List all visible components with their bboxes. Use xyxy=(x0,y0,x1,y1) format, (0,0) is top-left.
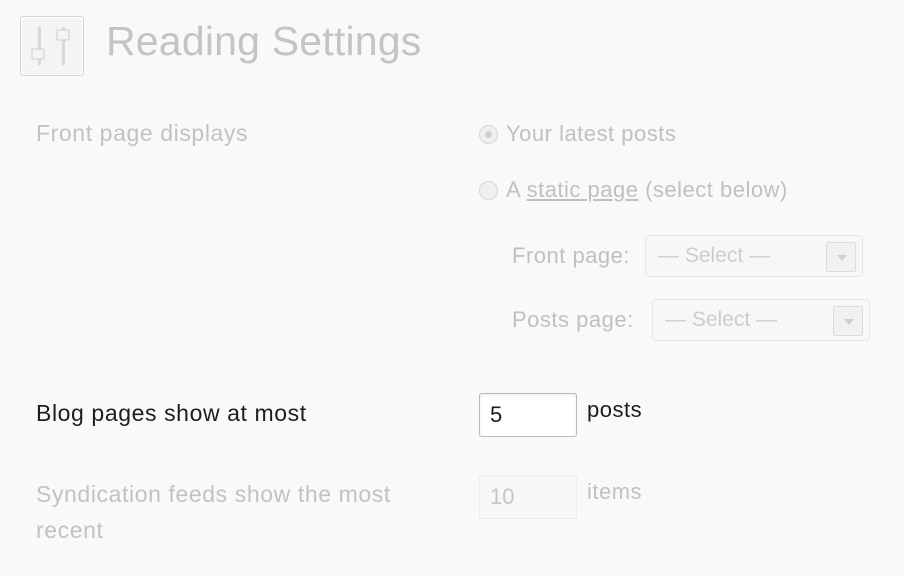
page-title: Reading Settings xyxy=(106,18,422,64)
chevron-down-icon xyxy=(826,242,856,272)
blog-pages-unit: posts xyxy=(587,397,643,422)
front-page-displays-label: Front page displays xyxy=(36,120,249,146)
chevron-down-icon xyxy=(833,306,863,336)
blog-pages-input[interactable] xyxy=(479,393,577,437)
reading-settings-page: Reading Settings Front page displays You… xyxy=(0,0,904,576)
posts-page-select-value: — Select — xyxy=(665,308,778,331)
radio-latest-posts[interactable]: Your latest posts xyxy=(479,120,676,148)
front-page-select[interactable]: — Select — xyxy=(645,235,863,277)
radio-latest-posts-control[interactable] xyxy=(479,124,498,144)
radio-static-page-prefix: A xyxy=(506,177,527,202)
posts-page-select-label: Posts page: xyxy=(512,307,634,332)
radio-static-page-suffix: (select below) xyxy=(638,177,788,202)
front-page-select-value: — Select — xyxy=(658,244,771,267)
posts-page-select[interactable]: — Select — xyxy=(652,299,870,341)
radio-latest-posts-label: Your latest posts xyxy=(506,121,677,146)
settings-sliders-icon xyxy=(20,16,84,76)
front-page-select-label: Front page: xyxy=(512,243,631,268)
syndication-feeds-unit: items xyxy=(587,479,643,504)
syndication-feeds-label: Syndication feeds show the most recent xyxy=(36,481,391,543)
radio-static-page[interactable]: A static page (select below) xyxy=(479,176,788,204)
static-page-link[interactable]: static page xyxy=(527,177,639,203)
radio-static-page-control[interactable] xyxy=(479,180,498,200)
blog-pages-label: Blog pages show at most xyxy=(36,400,307,426)
syndication-feeds-input[interactable] xyxy=(479,475,577,519)
